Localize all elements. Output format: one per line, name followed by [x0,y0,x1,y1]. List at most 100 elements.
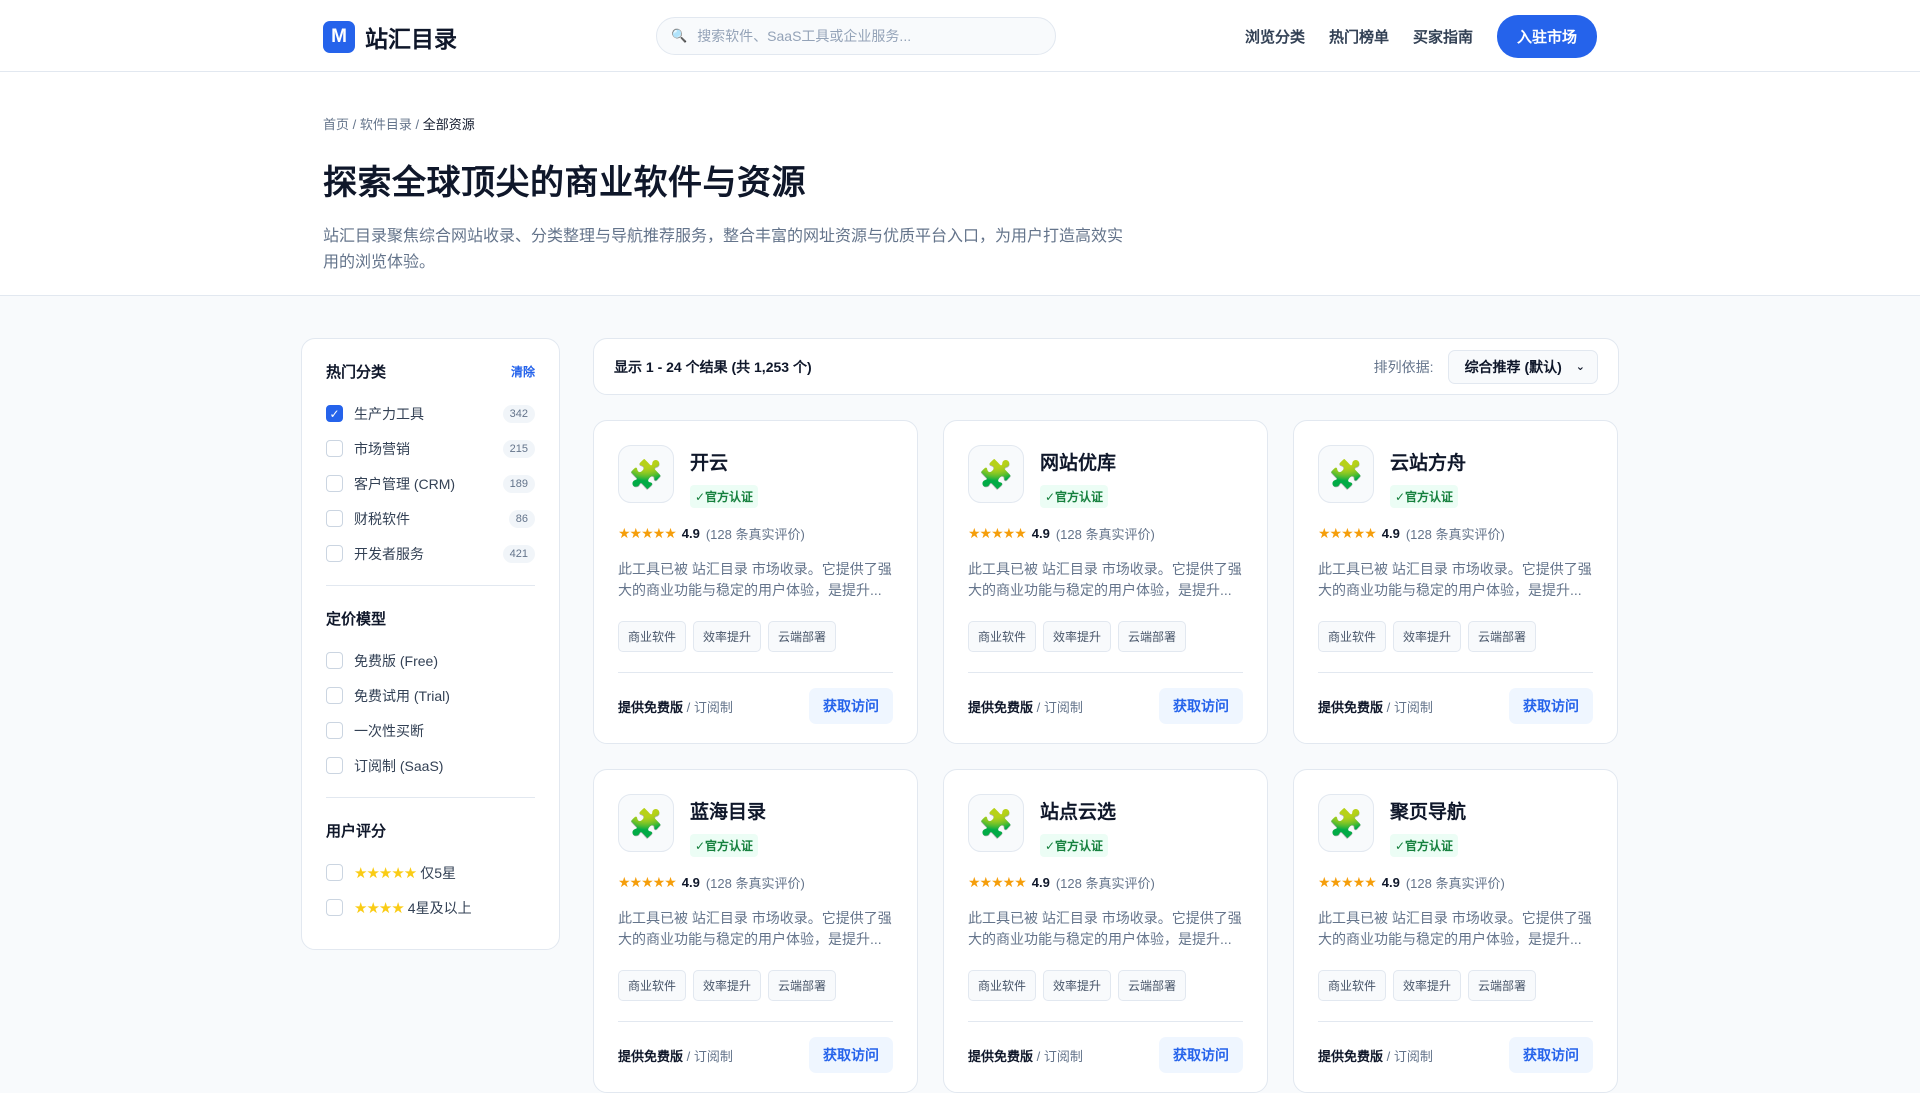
tag[interactable]: 效率提升 [1393,970,1462,1001]
join-market-button[interactable]: 入驻市场 [1496,15,1597,58]
tag[interactable]: 云端部署 [1118,970,1187,1001]
nav-buyer-guide[interactable]: 买家指南 [1413,26,1473,47]
pricing-model: / 订阅制 [683,1048,733,1064]
get-access-button[interactable]: 获取访问 [1509,1037,1593,1073]
product-card[interactable]: 🧩 站点云选 ✓官方认证 ★★★★★ 4.9 (128 条真实评价) 此工具已被… [943,769,1268,1093]
filter-sidebar: 热门分类 清除 ✓ 生产力工具 342 市场营销 215 客户管理 (CRM) 189 财税软件… [301,338,560,950]
filter-option[interactable]: 市场营销 215 [326,431,535,466]
tag[interactable]: 商业软件 [618,970,687,1001]
tag[interactable]: 效率提升 [693,970,762,1001]
star-rating-icon: ★★★★★ [1318,525,1377,541]
filter-option[interactable]: ✓ 生产力工具 342 [326,396,535,431]
option-count: 215 [502,439,535,458]
tag[interactable]: 效率提升 [1393,621,1462,652]
chevron-down-icon: ⌄ [1575,361,1585,373]
checkbox[interactable] [326,545,343,562]
filter-option[interactable]: 免费试用 (Trial) [326,678,535,713]
option-count: 342 [502,404,535,423]
product-card[interactable]: 🧩 网站优库 ✓官方认证 ★★★★★ 4.9 (128 条真实评价) 此工具已被… [943,420,1268,744]
tag[interactable]: 商业软件 [968,621,1037,652]
option-label: 仅5星 [420,864,457,881]
tag[interactable]: 云端部署 [1468,970,1537,1001]
tag[interactable]: 商业软件 [1318,970,1387,1001]
sort-label: 排列依据: [1373,358,1434,375]
product-name[interactable]: 聚页导航 [1390,797,1466,824]
puzzle-piece-icon: 🧩 [618,445,674,503]
product-name[interactable]: 开云 [690,448,758,475]
product-description: 此工具已被 站汇目录 市场收录。它提供了强大的商业功能与稳定的用户体验，是提升.… [1318,561,1592,598]
breadcrumb-current: 全部资源 [422,117,475,132]
product-name[interactable]: 云站方舟 [1390,448,1466,475]
results-toolbar: 显示 1 - 24 个结果 (共 1,253 个) 排列依据: 综合推荐 (默认… [593,338,1619,395]
tag[interactable]: 效率提升 [1043,970,1112,1001]
star-rating-icon: ★★★★★ [1318,874,1377,890]
checkbox[interactable] [326,652,343,669]
site-logo[interactable]: M 站汇目录 [323,20,457,54]
puzzle-piece-icon: 🧩 [1318,794,1374,852]
filter-option[interactable]: 订阅制 (SaaS) [326,748,535,783]
filter-option[interactable]: 免费版 (Free) [326,643,535,678]
tag[interactable]: 云端部署 [1118,621,1187,652]
checkbox[interactable] [326,510,343,527]
checkbox[interactable] [326,899,343,916]
get-access-button[interactable]: 获取访问 [1159,1037,1243,1073]
product-card[interactable]: 🧩 聚页导航 ✓官方认证 ★★★★★ 4.9 (128 条真实评价) 此工具已被… [1293,769,1618,1093]
divider [326,797,535,798]
breadcrumb-home[interactable]: 首页 [323,117,349,132]
option-count: 189 [502,474,535,493]
nav-browse-categories[interactable]: 浏览分类 [1245,26,1305,47]
breadcrumb-catalog[interactable]: 软件目录 [360,117,412,132]
checkbox[interactable] [326,757,343,774]
get-access-button[interactable]: 获取访问 [809,1037,893,1073]
filter-option[interactable]: 财税软件 86 [326,501,535,536]
price-label: 提供免费版 [968,1048,1034,1064]
option-label: 一次性买断 [354,722,424,739]
product-name[interactable]: 蓝海目录 [690,797,766,824]
breadcrumb: 首页 / 软件目录 / 全部资源 [323,117,475,132]
checkbox[interactable]: ✓ [326,405,343,422]
page-description: 站汇目录聚焦综合网站收录、分类整理与导航推荐服务，整合丰富的网址资源与优质平台入… [323,228,1124,271]
filter-option[interactable]: ★★★★★ 仅5星 [326,855,535,890]
price-label: 提供免费版 [1318,1048,1384,1064]
pricing-model: / 订阅制 [683,699,733,715]
review-count: (128 条真实评价) [1055,876,1155,891]
option-label: 生产力工具 [354,405,424,422]
tag[interactable]: 商业软件 [968,970,1037,1001]
filter-option[interactable]: 客户管理 (CRM) 189 [326,466,535,501]
filter-option[interactable]: ★★★★ 4星及以上 [326,890,535,925]
sort-select[interactable]: 综合推荐 (默认) ⌄ [1447,349,1598,384]
nav-hot-rankings[interactable]: 热门榜单 [1329,26,1389,47]
get-access-button[interactable]: 获取访问 [809,688,893,724]
search-box[interactable]: 🔍 [656,17,1056,55]
filter-option[interactable]: 开发者服务 421 [326,536,535,571]
tag[interactable]: 商业软件 [618,621,687,652]
product-name[interactable]: 站点云选 [1040,797,1116,824]
tag[interactable]: 商业软件 [1318,621,1387,652]
product-name[interactable]: 网站优库 [1040,448,1116,475]
product-card[interactable]: 🧩 开云 ✓官方认证 ★★★★★ 4.9 (128 条真实评价) 此工具已被 站… [593,420,918,744]
tag[interactable]: 效率提升 [1043,621,1112,652]
get-access-button[interactable]: 获取访问 [1159,688,1243,724]
review-count: (128 条真实评价) [1055,527,1155,542]
option-label: 财税软件 [354,510,410,527]
tag[interactable]: 云端部署 [768,970,837,1001]
checkbox[interactable] [326,687,343,704]
search-input[interactable] [697,28,1028,44]
checkbox[interactable] [326,440,343,457]
product-description: 此工具已被 站汇目录 市场收录。它提供了强大的商业功能与稳定的用户体验，是提升.… [618,910,892,947]
checkbox[interactable] [326,722,343,739]
tag[interactable]: 云端部署 [1468,621,1537,652]
product-card[interactable]: 🧩 云站方舟 ✓官方认证 ★★★★★ 4.9 (128 条真实评价) 此工具已被… [1293,420,1618,744]
product-description: 此工具已被 站汇目录 市场收录。它提供了强大的商业功能与稳定的用户体验，是提升.… [968,561,1242,598]
checkbox[interactable] [326,864,343,881]
star-rating-icon: ★★★★★ [968,525,1027,541]
checkbox[interactable] [326,475,343,492]
clear-filters-link[interactable]: 清除 [511,363,535,380]
get-access-button[interactable]: 获取访问 [1509,688,1593,724]
verified-badge: ✓官方认证 [690,485,759,508]
filter-option[interactable]: 一次性买断 [326,713,535,748]
tag[interactable]: 云端部署 [768,621,837,652]
tag[interactable]: 效率提升 [693,621,762,652]
rating-score: 4.9 [1381,875,1400,890]
product-card[interactable]: 🧩 蓝海目录 ✓官方认证 ★★★★★ 4.9 (128 条真实评价) 此工具已被… [593,769,918,1093]
